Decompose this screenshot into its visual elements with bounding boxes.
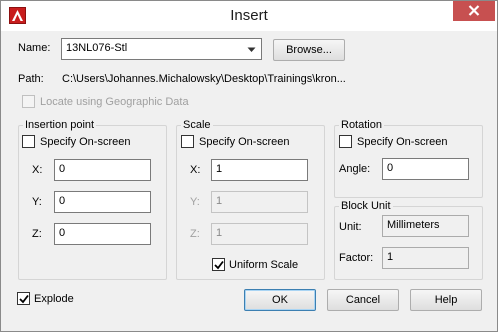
cancel-button[interactable]: Cancel	[327, 289, 399, 311]
insertion-x-label: X:	[32, 164, 43, 176]
insertion-x-input[interactable]: 0	[54, 159, 151, 181]
rotation-specify-onscreen-label: Specify On-screen	[357, 136, 448, 148]
checkmark-icon	[214, 260, 224, 270]
insertion-point-title: Insertion point	[23, 118, 97, 132]
path-value: C:\Users\Johannes.Michalowsky\Desktop\Tr…	[62, 73, 346, 85]
close-button[interactable]	[453, 1, 495, 21]
insertion-z-input[interactable]: 0	[54, 223, 151, 245]
scale-y-label: Y:	[190, 196, 200, 208]
geographic-data-checkbox[interactable]	[22, 95, 35, 108]
path-label: Path:	[18, 73, 44, 85]
unit-label: Unit:	[339, 221, 362, 233]
angle-label: Angle:	[339, 163, 371, 175]
scale-x-input[interactable]: 1	[211, 159, 308, 181]
close-icon	[468, 5, 480, 16]
geographic-data-label: Locate using Geographic Data	[40, 96, 189, 108]
scale-x-label: X:	[190, 164, 201, 176]
window-title: Insert	[230, 7, 268, 24]
insert-dialog: Insert Name: 13NL076-Stl Browse... Path:…	[0, 0, 498, 332]
scale-specify-onscreen-checkbox[interactable]	[181, 135, 194, 148]
factor-label: Factor:	[339, 252, 374, 264]
insertion-specify-onscreen-checkbox[interactable]	[22, 135, 35, 148]
title-bar: Insert	[1, 1, 497, 31]
name-dropdown-value: 13NL076-Stl	[66, 42, 128, 54]
browse-button[interactable]: Browse...	[273, 39, 345, 61]
explode-label: Explode	[34, 293, 74, 305]
insertion-y-label: Y:	[32, 196, 42, 208]
angle-input[interactable]: 0	[382, 158, 469, 180]
insertion-z-label: Z:	[32, 228, 42, 240]
scale-z-input[interactable]: 1	[211, 223, 308, 245]
scale-title: Scale	[181, 118, 213, 132]
uniform-scale-checkbox[interactable]	[212, 258, 225, 271]
insertion-y-input[interactable]: 0	[54, 191, 151, 213]
ok-button[interactable]: OK	[244, 289, 316, 311]
scale-specify-onscreen-label: Specify On-screen	[199, 136, 290, 148]
block-unit-title: Block Unit	[339, 199, 393, 213]
scale-y-input[interactable]: 1	[211, 191, 308, 213]
insertion-specify-onscreen-label: Specify On-screen	[40, 136, 131, 148]
name-dropdown[interactable]: 13NL076-Stl	[61, 38, 262, 60]
unit-value: Millimeters	[382, 215, 469, 237]
chevron-down-icon	[247, 47, 256, 52]
factor-value: 1	[382, 247, 469, 269]
rotation-title: Rotation	[339, 118, 384, 132]
help-button[interactable]: Help	[410, 289, 482, 311]
scale-z-label: Z:	[190, 228, 200, 240]
name-label: Name:	[18, 42, 51, 54]
explode-checkbox[interactable]	[17, 292, 30, 305]
checkmark-icon	[19, 294, 29, 304]
rotation-specify-onscreen-checkbox[interactable]	[339, 135, 352, 148]
uniform-scale-label: Uniform Scale	[229, 259, 299, 271]
